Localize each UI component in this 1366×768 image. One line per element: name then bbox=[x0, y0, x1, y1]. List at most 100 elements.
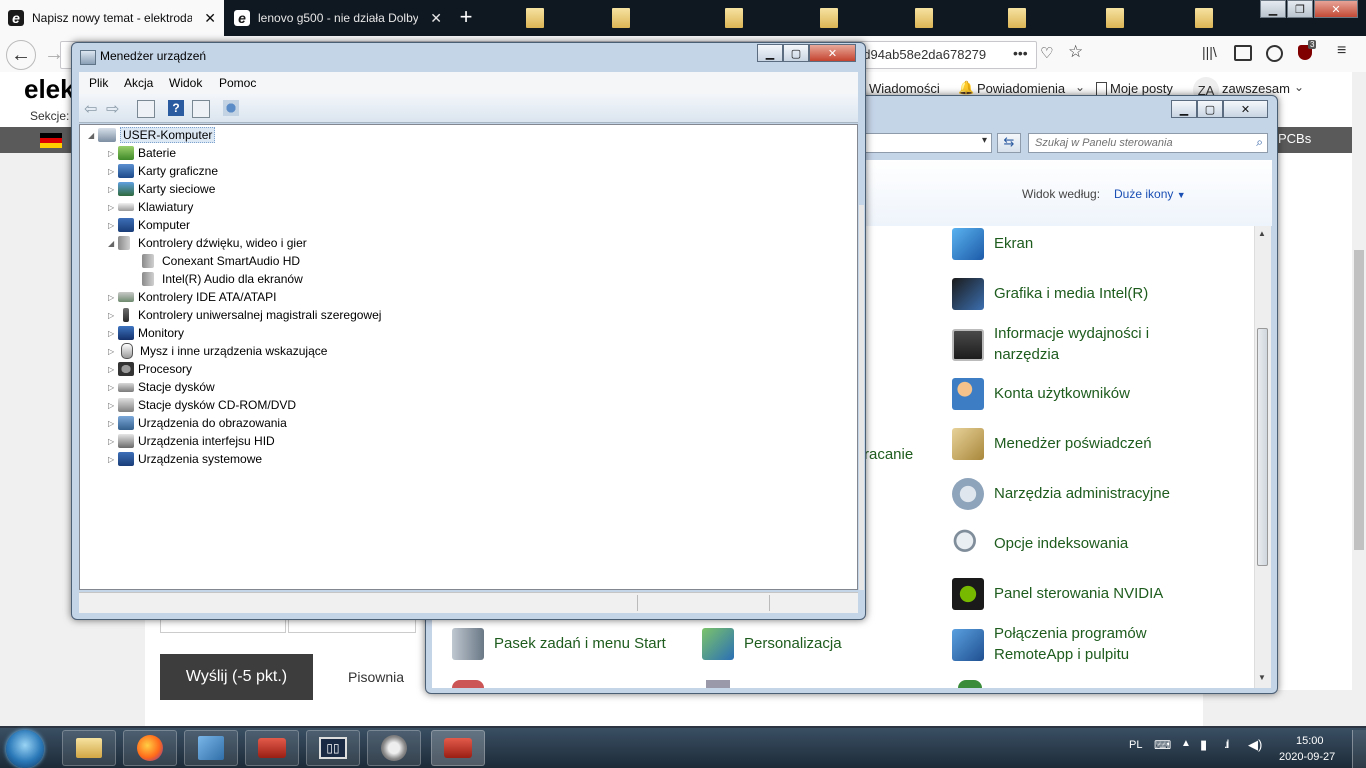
cp-item-menedzer-poswiadczen[interactable]: Menedżer poświadczeń bbox=[952, 428, 1152, 460]
tree-item-urzadzenia-obrazowania[interactable]: ▷ Urządzenia do obrazowania bbox=[108, 414, 287, 432]
dm-minimize-button[interactable]: ▁ bbox=[757, 44, 783, 62]
scroll-down-icon[interactable]: ▼ bbox=[1258, 673, 1266, 682]
taskbar-explorer[interactable] bbox=[62, 730, 116, 766]
cp-item-personalizacja[interactable]: Personalizacja bbox=[702, 628, 842, 660]
tree-item-cdrom[interactable]: ▷ Stacje dysków CD-ROM/DVD bbox=[108, 396, 296, 414]
scroll-up-icon[interactable]: ▲ bbox=[1258, 229, 1266, 238]
cp-item-informacje-wydajnosci[interactable]: Informacje wydajności i narzędzia bbox=[952, 323, 1184, 365]
expand-triangle-icon[interactable]: ▷ bbox=[108, 401, 118, 410]
menu-hamburger-icon[interactable]: ≡ bbox=[1337, 42, 1346, 60]
tree-item-stacje-dyskow[interactable]: ▷ Stacje dysków bbox=[108, 378, 215, 396]
expand-triangle-icon[interactable]: ▷ bbox=[108, 329, 118, 338]
cp-item-pasek-zadan[interactable]: Pasek zadań i menu Start bbox=[452, 628, 666, 660]
browser-restore-button[interactable]: ❐ bbox=[1287, 0, 1313, 18]
clock-time[interactable]: 15:00 bbox=[1296, 735, 1324, 747]
cp-search-input[interactable]: Szukaj w Panelu sterowania ⌕ bbox=[1028, 133, 1268, 153]
notifications-link[interactable]: Powiadomienia bbox=[977, 81, 1065, 96]
language-indicator[interactable]: PL bbox=[1129, 739, 1142, 751]
username-link[interactable]: zawszesam bbox=[1222, 81, 1290, 96]
cp-item-konta-uzytkownikow[interactable]: Konta użytkowników bbox=[952, 378, 1130, 410]
browser-close-button[interactable]: ✕ bbox=[1314, 0, 1358, 18]
taskbar-toolbox-2[interactable] bbox=[431, 730, 485, 766]
tab-napisz-nowy-temat[interactable]: e Napisz nowy temat - elektroda ✕ bbox=[0, 0, 224, 36]
expand-triangle-icon[interactable]: ▷ bbox=[108, 383, 118, 392]
cp-close-button[interactable]: ✕ bbox=[1223, 100, 1268, 118]
menu-widok[interactable]: Widok bbox=[169, 76, 202, 90]
tree-item-kontrolery-dzwieku[interactable]: ◢ Kontrolery dźwięku, wideo i gier bbox=[108, 234, 307, 252]
taskbar-toolbox-1[interactable] bbox=[245, 730, 299, 766]
close-tab-icon[interactable]: ✕ bbox=[204, 10, 216, 27]
menu-akcja[interactable]: Akcja bbox=[124, 76, 153, 90]
clock-date[interactable]: 2020-09-27 bbox=[1279, 751, 1335, 763]
tab-lenovo-g500[interactable]: e lenovo g500 - nie działa Dolby ✕ bbox=[226, 0, 450, 36]
tree-item-mysz[interactable]: ▷ Mysz i inne urządzenia wskazujące bbox=[108, 342, 327, 360]
submit-post-button[interactable]: Wyślij (-5 pkt.) bbox=[160, 654, 313, 700]
spelling-link[interactable]: Pisownia bbox=[348, 669, 404, 685]
expand-triangle-icon[interactable]: ▷ bbox=[108, 311, 118, 320]
cp-address-bar[interactable]: ▾ bbox=[864, 133, 992, 153]
back-button[interactable]: ← bbox=[6, 40, 36, 70]
forward-icon[interactable]: ⇨ bbox=[106, 99, 119, 119]
cp-item-panel-nvidia[interactable]: Panel sterowania NVIDIA bbox=[952, 578, 1163, 610]
taskbar-dolby[interactable]: ▯▯ bbox=[306, 730, 360, 766]
cp-scrollbar[interactable]: ▲ ▼ bbox=[1254, 226, 1271, 688]
tree-item-karty-sieciowe[interactable]: ▷ Karty sieciowe bbox=[108, 180, 215, 198]
cp-item-ekran[interactable]: Ekran bbox=[952, 228, 1033, 260]
show-hidden-icons-icon[interactable]: ▲ bbox=[1181, 738, 1191, 749]
my-posts-link[interactable]: Moje posty bbox=[1110, 81, 1173, 96]
new-tab-button[interactable]: + bbox=[456, 4, 476, 30]
show-hide-console-tree-icon[interactable] bbox=[137, 100, 155, 118]
tree-root[interactable]: ◢ USER-Komputer bbox=[88, 126, 216, 144]
site-logo[interactable]: elek bbox=[24, 74, 75, 105]
tree-item-karty-graficzne[interactable]: ▷ Karty graficzne bbox=[108, 162, 218, 180]
expand-triangle-icon[interactable]: ▷ bbox=[108, 203, 118, 212]
taskbar-speaker[interactable] bbox=[367, 730, 421, 766]
cp-maximize-button[interactable]: ▢ bbox=[1197, 100, 1223, 118]
sidebar-icon[interactable] bbox=[1234, 45, 1252, 61]
cp-item-remoteapp[interactable]: Połączenia programów RemoteApp i pulpitu bbox=[952, 623, 1184, 665]
scan-hardware-icon[interactable] bbox=[223, 100, 239, 116]
refresh-icon[interactable]: ⇆ bbox=[997, 133, 1021, 153]
expand-triangle-icon[interactable]: ▷ bbox=[108, 437, 118, 446]
tree-item-conexant[interactable]: Conexant SmartAudio HD bbox=[142, 252, 300, 270]
help-icon[interactable]: ? bbox=[168, 100, 184, 116]
pocket-icon[interactable]: ♡ bbox=[1040, 44, 1058, 62]
expand-triangle-icon[interactable]: ▷ bbox=[108, 347, 118, 356]
menu-pomoc[interactable]: Pomoc bbox=[219, 76, 256, 90]
cp-item-partial[interactable]: racanie bbox=[864, 446, 913, 463]
network-tray-icon[interactable]: .ıl bbox=[1224, 737, 1230, 751]
menu-plik[interactable]: Plik bbox=[89, 76, 108, 90]
expand-triangle-icon[interactable]: ▷ bbox=[108, 167, 118, 176]
tree-item-intel-audio[interactable]: Intel(R) Audio dla ekranów bbox=[142, 270, 303, 288]
tree-item-baterie[interactable]: ▷ Baterie bbox=[108, 144, 176, 162]
tree-item-kontrolery-usb[interactable]: ▷ Kontrolery uniwersalnej magistrali szer… bbox=[108, 306, 381, 324]
battery-tray-icon[interactable]: ▮ bbox=[1200, 737, 1207, 753]
library-icon[interactable]: |||\ bbox=[1202, 44, 1217, 60]
taskbar-control-panel[interactable] bbox=[184, 730, 238, 766]
expand-triangle-icon[interactable]: ▷ bbox=[108, 185, 118, 194]
start-button[interactable] bbox=[6, 730, 44, 768]
browser-scrollbar-thumb[interactable] bbox=[1354, 250, 1364, 550]
bookmark-star-icon[interactable]: ☆ bbox=[1068, 42, 1086, 61]
expand-triangle-icon[interactable]: ▷ bbox=[108, 293, 118, 302]
expand-triangle-icon[interactable]: ▷ bbox=[108, 221, 118, 230]
cp-item-grafika-intel[interactable]: Grafika i media Intel(R) bbox=[952, 278, 1148, 310]
collapse-triangle-icon[interactable]: ◢ bbox=[108, 239, 118, 248]
german-flag-icon[interactable] bbox=[40, 133, 62, 148]
tree-item-kontrolery-ide[interactable]: ▷ Kontrolery IDE ATA/ATAPI bbox=[108, 288, 277, 306]
taskbar-firefox[interactable] bbox=[123, 730, 177, 766]
tree-item-komputer[interactable]: ▷ Komputer bbox=[108, 216, 190, 234]
close-tab-icon[interactable]: ✕ bbox=[430, 10, 442, 27]
cp-item-opcje-indeksowania[interactable]: Opcje indeksowania bbox=[952, 528, 1128, 560]
volume-tray-icon[interactable]: ◀) bbox=[1248, 737, 1262, 753]
cp-scrollbar-thumb[interactable] bbox=[1257, 328, 1268, 566]
tree-item-urzadzenia-hid[interactable]: ▷ Urządzenia interfejsu HID bbox=[108, 432, 275, 450]
expand-triangle-icon[interactable]: ▷ bbox=[108, 455, 118, 464]
tree-item-monitory[interactable]: ▷ Monitory bbox=[108, 324, 184, 342]
view-by-dropdown[interactable]: Duże ikony ▼ bbox=[1114, 187, 1186, 201]
browser-minimize-button[interactable]: ▁ bbox=[1260, 0, 1286, 18]
expand-triangle-icon[interactable]: ▷ bbox=[108, 419, 118, 428]
tree-item-klawiatury[interactable]: ▷ Klawiatury bbox=[108, 198, 193, 216]
tree-item-urzadzenia-systemowe[interactable]: ▷ Urządzenia systemowe bbox=[108, 450, 262, 468]
collapse-triangle-icon[interactable]: ◢ bbox=[88, 131, 98, 140]
